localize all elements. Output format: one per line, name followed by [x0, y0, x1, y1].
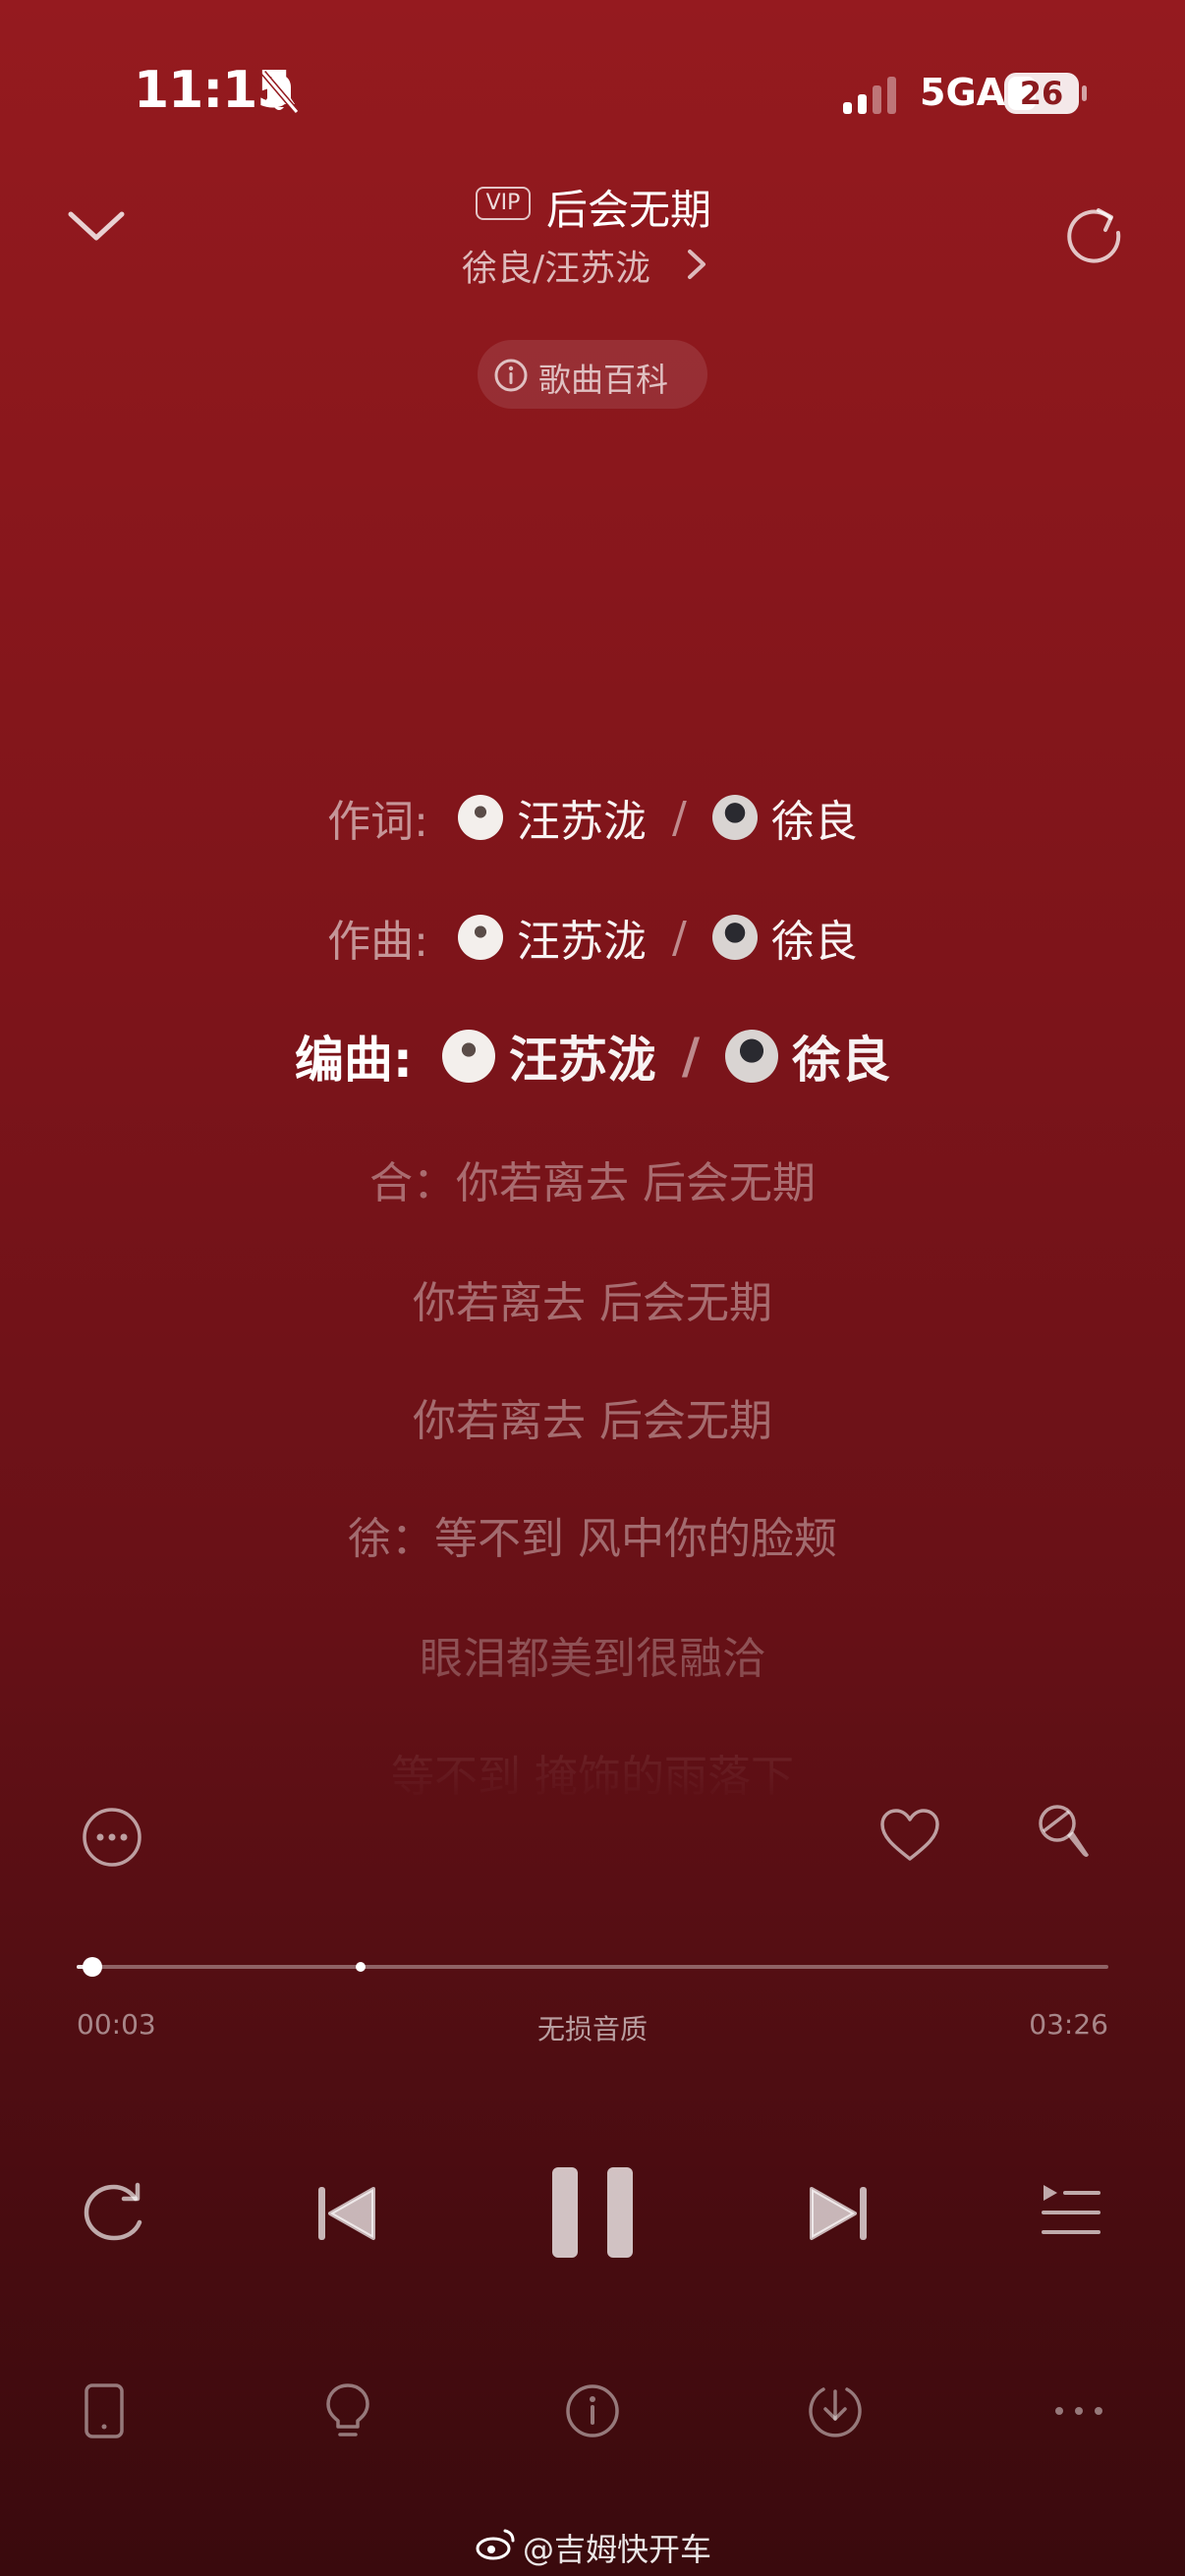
battery-level: 26 [1019, 75, 1064, 112]
pause-icon[interactable] [550, 2165, 635, 2260]
progress-marker [356, 1962, 366, 1972]
credit-line[interactable]: 作曲: 汪苏泷 / 徐良 [0, 906, 1185, 969]
credit-separator: / [681, 1028, 701, 1085]
lyric-line[interactable]: 徐：等不到 风中你的脸颊 [0, 1503, 1185, 1566]
heart-icon[interactable] [878, 1806, 941, 1869]
avatar[interactable] [458, 795, 503, 840]
chevron-right-icon[interactable] [682, 248, 709, 281]
credit-name[interactable]: 汪苏泷 [509, 1021, 656, 1092]
credit-line[interactable]: 作词: 汪苏泷 / 徐良 [0, 786, 1185, 849]
song-wiki-label[interactable]: 歌曲百科 [538, 354, 668, 401]
lyric-line[interactable]: 等不到 掩饰的雨落下 [0, 1741, 1185, 1804]
watermark-text: @吉姆快开车 [523, 2531, 712, 2568]
lyric-line[interactable]: 眼泪都美到很融洽 [0, 1623, 1185, 1686]
vip-badge: VIP [476, 187, 531, 220]
playlist-icon[interactable] [1038, 2181, 1102, 2242]
lyric-line[interactable]: 你若离去 后会无期 [0, 1385, 1185, 1448]
credit-role: 编曲: [294, 1032, 413, 1089]
avatar[interactable] [725, 1030, 779, 1083]
artist-link[interactable]: 徐良/汪苏泷 [462, 240, 650, 291]
credit-name[interactable]: 徐良 [771, 786, 858, 849]
share-icon[interactable] [1063, 202, 1124, 263]
credit-role: 作词: [327, 797, 428, 847]
avatar[interactable] [441, 1030, 495, 1083]
signal-icon [843, 77, 896, 114]
song-title: 后会无期 [546, 186, 712, 234]
avatar[interactable] [458, 915, 503, 960]
credit-separator: / [672, 912, 687, 963]
credit-separator: / [672, 792, 687, 843]
previous-icon[interactable] [314, 2183, 379, 2244]
avatar[interactable] [711, 795, 758, 840]
credit-name[interactable]: 汪苏泷 [517, 786, 647, 849]
next-icon[interactable] [806, 2183, 871, 2244]
download-icon[interactable] [806, 2381, 865, 2440]
more-icon[interactable] [1049, 2381, 1108, 2440]
network-type: 5GA [920, 71, 1006, 114]
info-icon [494, 359, 528, 392]
progress-track[interactable] [77, 1965, 1108, 1969]
info-icon[interactable] [563, 2381, 622, 2440]
credit-name[interactable]: 汪苏泷 [517, 906, 647, 969]
microphone-icon[interactable] [1034, 1802, 1097, 1865]
total-time: 03:26 [1029, 2008, 1108, 2041]
lyric-line[interactable]: 合：你若离去 后会无期 [0, 1148, 1185, 1210]
credit-name[interactable]: 徐良 [792, 1021, 890, 1092]
progress-knob[interactable] [82, 1957, 102, 1977]
chevron-down-icon[interactable] [65, 204, 128, 248]
avatar[interactable] [711, 915, 758, 960]
bell-off-icon [260, 71, 300, 114]
weibo-icon [476, 2529, 515, 2560]
credit-line-active[interactable]: 编曲: 汪苏泷 / 徐良 [0, 1022, 1185, 1091]
lyrics-view[interactable]: 作词: 汪苏泷 / 徐良 作曲: 汪苏泷 / 徐良 编曲: 汪苏泷 / 徐良 合… [0, 786, 1185, 1808]
credit-role: 作曲: [327, 917, 428, 967]
device-icon[interactable] [75, 2381, 134, 2440]
quality-label[interactable]: 无损音质 [0, 2008, 1185, 2047]
repeat-icon[interactable] [79, 2179, 153, 2246]
bulb-icon[interactable] [318, 2381, 377, 2440]
lyric-line[interactable]: 你若离去 后会无期 [0, 1267, 1185, 1330]
more-circle-icon[interactable] [81, 1806, 143, 1869]
credit-name[interactable]: 徐良 [771, 906, 858, 969]
battery-icon: 26 [1004, 73, 1087, 114]
